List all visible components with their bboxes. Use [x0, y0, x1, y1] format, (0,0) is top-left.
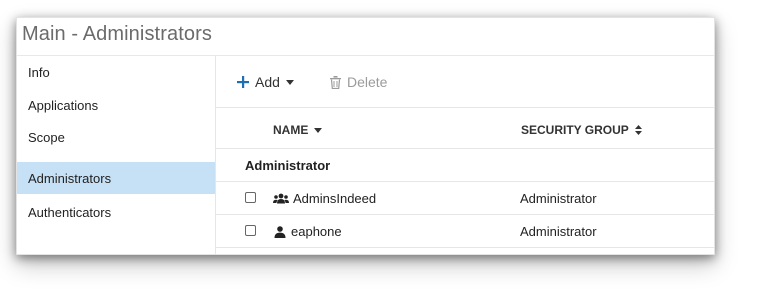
sidebar-item-label: Applications: [28, 98, 99, 113]
table-header: NAME SECURITY GROUP: [216, 108, 714, 149]
name-cell: AdminsIndeed: [273, 191, 376, 206]
group-label: Administrator: [245, 158, 331, 173]
column-header-security-group[interactable]: SECURITY GROUP: [521, 123, 642, 137]
caret-down-icon: [285, 79, 294, 85]
table-row[interactable]: eaphone Administrator: [216, 215, 714, 248]
security-group-cell: Administrator: [520, 191, 597, 206]
users-icon: [273, 193, 289, 203]
sidebar-item-applications[interactable]: Applications: [17, 89, 215, 121]
trash-icon: [330, 75, 341, 89]
column-header-label: SECURITY GROUP: [521, 123, 629, 137]
title-bar: Main - Administrators: [17, 18, 714, 56]
column-header-label: NAME: [273, 123, 309, 137]
add-button-label: Add: [255, 74, 280, 90]
table-row[interactable]: AdminsIndeed Administrator: [216, 182, 714, 215]
add-button[interactable]: Add: [237, 72, 300, 92]
sort-both-icon: [634, 125, 642, 135]
plus-icon: [237, 76, 249, 88]
sort-down-icon: [314, 127, 323, 133]
administrators-window: Main - Administrators Info Applications …: [16, 17, 715, 255]
column-header-name[interactable]: NAME: [273, 123, 323, 137]
sidebar-item-info[interactable]: Info: [17, 56, 215, 88]
sidebar: Info Applications Scope Administrators A…: [17, 56, 216, 254]
sidebar-item-label: Authenticators: [28, 205, 112, 220]
sidebar-item-authenticators[interactable]: Authenticators: [17, 196, 215, 228]
main-panel: Add Delete NAME SECURITY GROUP Administr…: [216, 56, 714, 254]
sidebar-item-label: Scope: [28, 130, 65, 145]
sidebar-item-label: Administrators: [28, 171, 112, 186]
row-name: AdminsIndeed: [293, 191, 377, 206]
toolbar: Add Delete: [216, 56, 714, 108]
sidebar-item-label: Info: [28, 65, 50, 80]
delete-button-label: Delete: [347, 74, 388, 90]
row-name: eaphone: [291, 224, 342, 239]
group-row: Administrator: [216, 149, 714, 182]
user-icon: [274, 225, 286, 238]
security-group-cell: Administrator: [520, 224, 597, 239]
sidebar-item-scope[interactable]: Scope: [17, 121, 215, 153]
delete-button[interactable]: Delete: [330, 72, 387, 92]
sidebar-item-administrators[interactable]: Administrators: [17, 162, 215, 194]
name-cell: eaphone: [273, 224, 342, 239]
page-title: Main - Administrators: [22, 23, 212, 45]
row-checkbox[interactable]: [245, 225, 256, 236]
row-checkbox[interactable]: [245, 192, 256, 203]
